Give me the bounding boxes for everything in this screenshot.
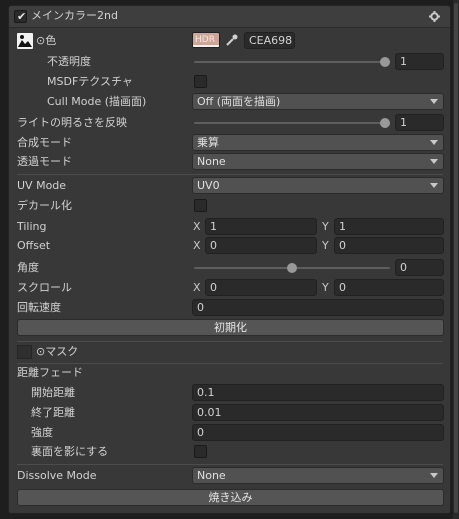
check-icon: ✔ [17, 10, 27, 23]
transparency-value: None [197, 155, 226, 168]
decal-checkbox[interactable] [194, 199, 207, 212]
chevron-down-icon [430, 473, 438, 478]
light-field[interactable]: 1 [395, 114, 444, 131]
blend-mode-value: 乗算 [197, 136, 219, 149]
fade-strength-label: 強度 [31, 426, 53, 439]
divider [17, 341, 443, 342]
scroll-x-label: X [193, 281, 201, 294]
offset-x-field[interactable]: 0 [205, 237, 317, 254]
offset-y-field[interactable]: 0 [334, 237, 444, 254]
offset-y-label: Y [322, 239, 329, 252]
light-label: ライトの明るさを反映 [17, 116, 127, 129]
uv-mode-value: UV0 [197, 179, 220, 192]
angle-field[interactable]: 0 [395, 259, 444, 276]
fade-strength-field[interactable]: 0 [192, 424, 444, 441]
divider [17, 174, 443, 175]
opacity-label: 不透明度 [47, 55, 91, 68]
angle-slider-knob[interactable] [287, 263, 297, 273]
uv-mode-label: UV Mode [17, 179, 67, 192]
enable-toggle[interactable]: ✔ [14, 10, 27, 23]
scroll-y-label: Y [322, 281, 329, 294]
decal-label: デカール化 [17, 199, 72, 212]
fade-end-label: 終了距離 [31, 406, 75, 419]
backface-shadow-label: 裏面を影にする [31, 445, 109, 458]
inspector-scrollbar[interactable] [453, 0, 459, 519]
light-slider-track[interactable] [194, 122, 390, 124]
bake-button[interactable]: 焼き込み [17, 489, 444, 506]
uv-mode-dropdown[interactable]: UV0 [192, 177, 444, 194]
alpha-bar [193, 45, 219, 47]
cull-mode-dropdown[interactable]: Off (両面を描画) [192, 93, 444, 110]
tiling-x-label: X [193, 220, 201, 233]
scroll-label: スクロール [17, 281, 72, 294]
texture-thumbnail-icon[interactable] [17, 33, 33, 49]
rotation-speed-label: 回転速度 [17, 301, 61, 314]
chevron-down-icon [430, 159, 438, 164]
transparency-label: 透過モード [17, 155, 72, 168]
blend-mode-label: 合成モード [17, 136, 72, 149]
blend-mode-dropdown[interactable]: 乗算 [192, 134, 444, 151]
panel-title: メインカラー2nd [31, 9, 118, 22]
cull-mode-label: Cull Mode (描画面) [47, 95, 147, 108]
msdf-label: MSDFテクスチャ [47, 75, 133, 88]
fade-start-field[interactable]: 0.1 [192, 384, 444, 401]
dissolve-mode-dropdown[interactable]: None [192, 467, 444, 484]
backface-shadow-checkbox[interactable] [194, 445, 207, 458]
cull-mode-value: Off (両面を描画) [197, 95, 281, 108]
offset-label: Offset [17, 239, 51, 252]
scroll-y-field[interactable]: 0 [334, 279, 444, 296]
gear-icon[interactable] [429, 11, 440, 22]
angle-label: 角度 [17, 261, 39, 274]
dissolve-mode-value: None [197, 469, 226, 482]
fade-end-field[interactable]: 0.01 [192, 404, 444, 421]
color-hex-field[interactable]: CEA698 [244, 32, 295, 49]
rotation-speed-field[interactable]: 0 [192, 299, 444, 316]
chevron-down-icon [430, 99, 438, 104]
scrollbar-thumb[interactable] [454, 3, 458, 513]
chevron-down-icon [430, 140, 438, 145]
opacity-slider-knob[interactable] [380, 57, 390, 67]
reset-button[interactable]: 初期化 [17, 319, 444, 336]
color-swatch[interactable]: HDR [192, 32, 220, 48]
transparency-dropdown[interactable]: None [192, 153, 444, 170]
tiling-x-field[interactable]: 1 [205, 218, 317, 235]
tiling-y-field[interactable]: 1 [334, 218, 444, 235]
chevron-down-icon [430, 183, 438, 188]
mask-texture-slot[interactable] [17, 345, 32, 359]
mask-label: ⊙マスク [36, 345, 79, 358]
color-label: ⊙色 [36, 34, 57, 47]
light-slider-knob[interactable] [380, 118, 390, 128]
dissolve-mode-label: Dissolve Mode [17, 469, 97, 482]
scroll-x-field[interactable]: 0 [205, 279, 317, 296]
fade-start-label: 開始距離 [31, 386, 75, 399]
opacity-slider-track[interactable] [194, 61, 390, 63]
tiling-label: Tiling [17, 220, 47, 233]
distance-fade-title: 距離フェード [17, 366, 83, 379]
tiling-y-label: Y [322, 220, 329, 233]
msdf-checkbox[interactable] [194, 75, 207, 88]
opacity-field[interactable]: 1 [395, 53, 444, 70]
eyedropper-icon[interactable] [225, 33, 239, 47]
offset-x-label: X [193, 239, 201, 252]
divider [17, 464, 443, 465]
